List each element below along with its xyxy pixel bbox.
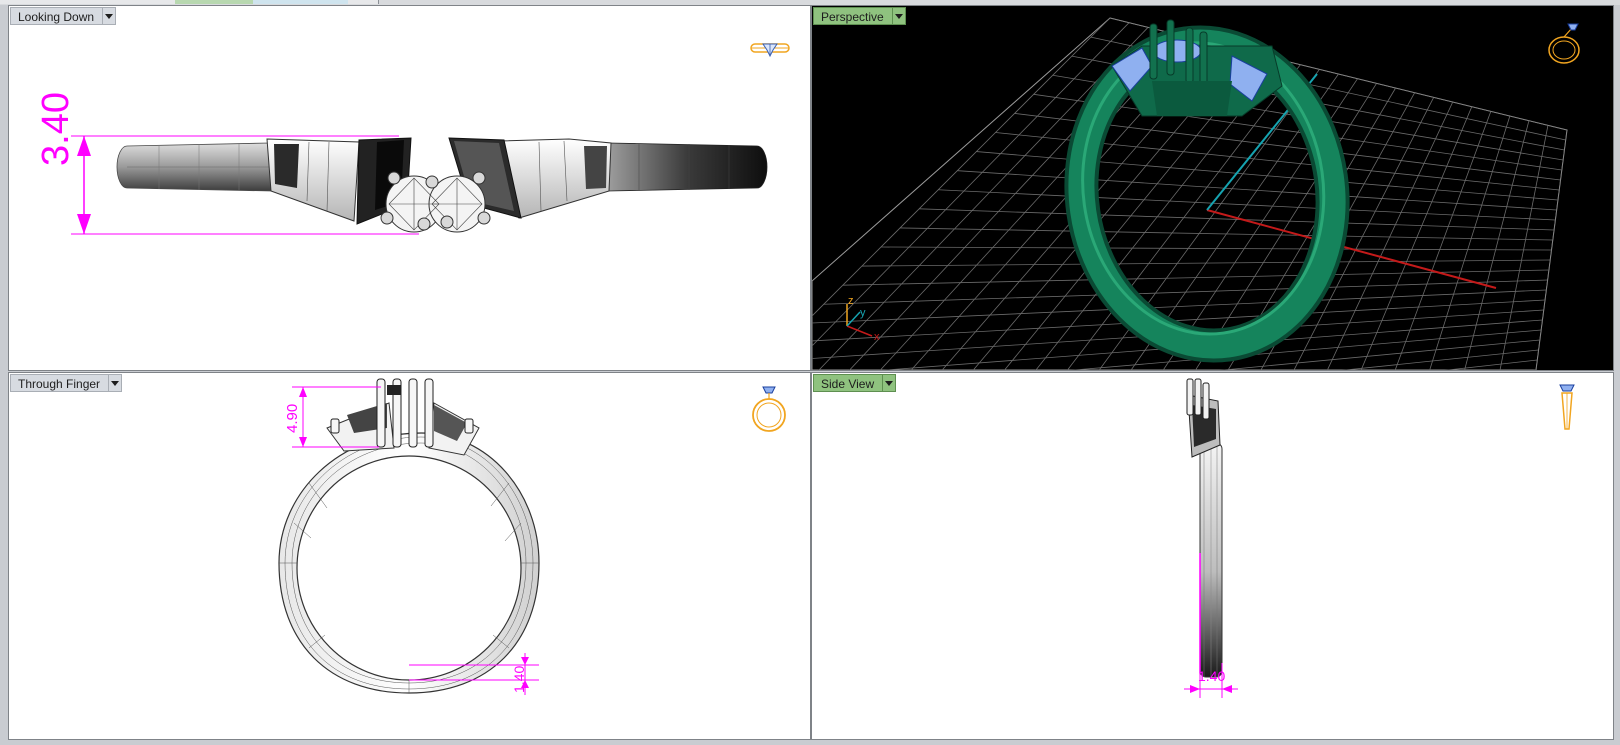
chevron-down-icon[interactable] [108,374,123,392]
ring-front-view-drawing [278,378,540,695]
viewport-label-through-finger[interactable]: Through Finger [10,374,123,392]
perspective-scene: x z y [812,17,1568,370]
viewport-label-side-view[interactable]: Side View [813,374,897,392]
dimension-height: 3.40 [35,92,77,166]
dimension-head-height: 4.90 [284,403,301,433]
tab[interactable] [175,0,254,4]
viewport-label-text: Looking Down [10,7,103,25]
tab[interactable] [253,0,349,4]
ring-side-view-drawing [1184,378,1238,698]
axis-label-x: x [874,331,880,343]
axis-label-z: z [848,295,854,307]
ring-top-view-icon [750,43,790,58]
tab[interactable] [0,0,41,4]
viewport-label-perspective[interactable]: Perspective [813,7,906,25]
viewport-label-text: Perspective [813,7,892,25]
chevron-down-icon[interactable] [891,7,906,25]
tab[interactable] [348,0,379,4]
viewport-through-finger[interactable]: Through Finger 4.90 1.40 [8,372,811,740]
axis-label-y: y [860,307,866,319]
viewport-label-text: Through Finger [10,374,109,392]
ring-top-view-drawing [71,135,768,235]
viewport-looking-down[interactable]: Looking Down 3.40 [8,5,811,371]
tab[interactable] [40,0,176,4]
dimension-shank-thickness: 1.40 [511,665,527,693]
ring-perspective-icon [1548,23,1580,64]
ring-side-view-icon [1559,384,1575,430]
chevron-down-icon[interactable] [102,7,117,25]
ring-front-view-icon [752,386,786,432]
dimension-width: 1.40 [1198,668,1226,684]
viewport-side-view[interactable]: Side View 1.40 [811,372,1614,740]
viewport-label-looking-down[interactable]: Looking Down [10,7,117,25]
viewport-perspective[interactable]: Perspective x z y [811,5,1614,371]
viewport-label-text: Side View [813,374,883,392]
chevron-down-icon[interactable] [882,374,897,392]
